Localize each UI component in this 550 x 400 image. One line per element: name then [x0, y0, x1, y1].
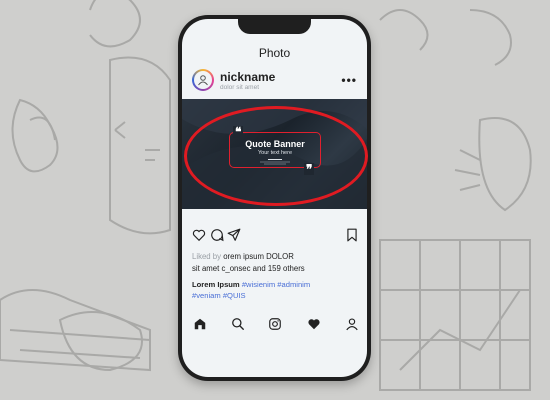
- likes-user[interactable]: orem ipsum DOLOR: [223, 252, 294, 261]
- hashtag-link[interactable]: #QUIS: [223, 291, 246, 300]
- hashtag-link[interactable]: #wisienim: [242, 280, 275, 289]
- bottom-tab-bar: [182, 317, 367, 337]
- page-title: Photo: [258, 46, 291, 60]
- highlight-oval: [184, 106, 368, 206]
- avatar[interactable]: [192, 69, 214, 91]
- phone-notch: [238, 19, 311, 34]
- hashtag-link[interactable]: #veniam: [192, 291, 221, 300]
- heart-outline-icon[interactable]: [192, 228, 206, 242]
- post-actions: [192, 228, 359, 244]
- post-subline: dolor sit amet: [220, 84, 260, 91]
- post-header: nickname dolor sit amet •••: [192, 69, 357, 99]
- caption-author[interactable]: Lorem Ipsum: [192, 280, 240, 289]
- likes-text: Liked by orem ipsum DOLOR sit amet c_ons…: [192, 251, 357, 275]
- post-caption: Lorem Ipsum #wisienim #adminim #veniam #…: [192, 279, 357, 301]
- post-nickname[interactable]: nickname: [220, 70, 275, 84]
- home-icon[interactable]: [193, 317, 207, 331]
- likes-count-line[interactable]: sit amet c_onsec and 159 others: [192, 264, 305, 273]
- comment-icon[interactable]: [210, 228, 224, 242]
- likes-prefix: Liked by: [192, 252, 222, 261]
- search-icon[interactable]: [231, 317, 245, 331]
- instagram-icon[interactable]: [268, 317, 282, 331]
- hashtag-link[interactable]: #adminim: [277, 280, 310, 289]
- heart-filled-icon[interactable]: [307, 317, 321, 331]
- send-icon[interactable]: [227, 228, 241, 242]
- more-dots-icon[interactable]: •••: [341, 73, 357, 87]
- avatar-inner: [194, 71, 212, 89]
- bookmark-icon[interactable]: [345, 228, 359, 242]
- user-icon: [198, 75, 208, 86]
- profile-icon[interactable]: [345, 317, 359, 331]
